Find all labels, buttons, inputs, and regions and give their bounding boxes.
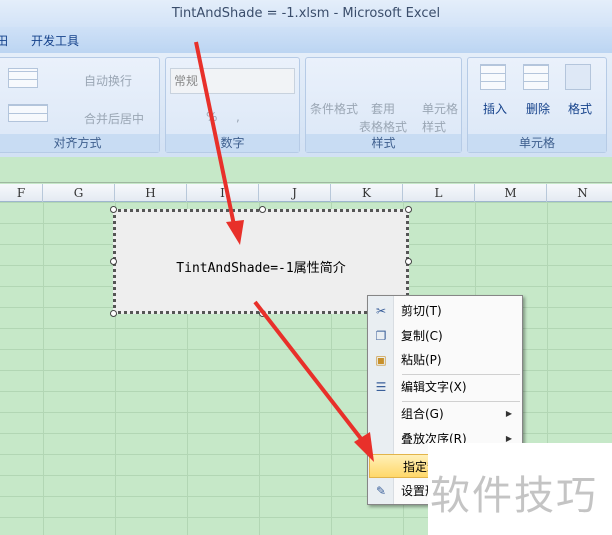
annotation-arrows bbox=[194, 41, 374, 462]
arrow-head-icon bbox=[226, 220, 244, 245]
arrow-line bbox=[253, 300, 364, 442]
arrow-line bbox=[194, 41, 236, 226]
